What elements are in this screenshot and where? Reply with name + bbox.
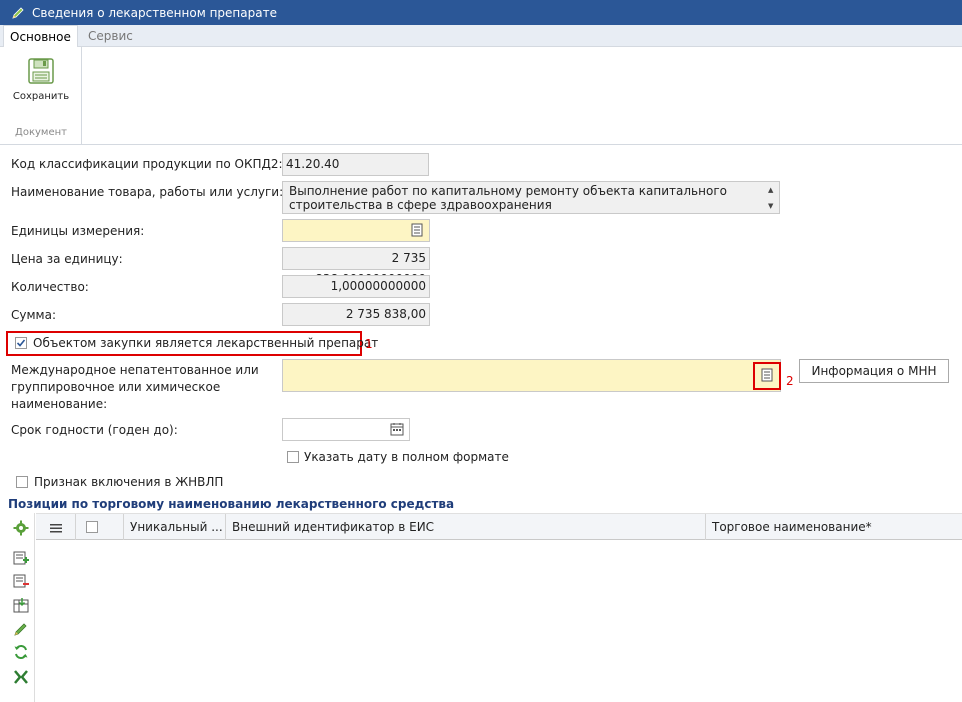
- mnn-label-line2: группировочное или химическое: [11, 380, 221, 394]
- product-name-field[interactable]: Выполнение работ по капитальному ремонту…: [282, 181, 780, 214]
- quantity-label: Количество:: [11, 280, 89, 294]
- price-label: Цена за единицу:: [11, 252, 123, 266]
- save-button[interactable]: Сохранить: [8, 57, 74, 109]
- save-button-label: Сохранить: [12, 91, 70, 102]
- tab-service[interactable]: Сервис: [82, 25, 139, 47]
- column-menu-icon[interactable]: [36, 514, 76, 540]
- grid-toolbar: [8, 513, 35, 702]
- scroll-up-icon[interactable]: ▲: [768, 186, 776, 194]
- tab-main[interactable]: Основное: [3, 25, 78, 48]
- scroll-down-icon[interactable]: ▼: [768, 202, 776, 210]
- add-row-icon[interactable]: [13, 550, 29, 566]
- price-field[interactable]: 2 735 838,00000000000: [282, 247, 430, 286]
- zhnvlp-label[interactable]: Признак включения в ЖНВЛП: [34, 475, 223, 489]
- checkmark-icon: [16, 339, 26, 347]
- lookup-icon[interactable]: [410, 223, 424, 237]
- menu-icon: [50, 523, 62, 532]
- ribbon-group-label: Документ: [15, 127, 67, 138]
- sum-field[interactable]: 2 735 838,00: [282, 303, 430, 326]
- product-name-label: Наименование товара, работы или услуги:: [11, 185, 284, 199]
- product-name-line1: Выполнение работ по капитальному ремонту…: [289, 184, 727, 198]
- import-icon[interactable]: [13, 597, 29, 613]
- calendar-icon[interactable]: [390, 422, 404, 436]
- okpd2-field[interactable]: 41.20.40: [282, 153, 429, 176]
- delete-row-icon[interactable]: [13, 573, 29, 589]
- mnn-info-button[interactable]: Информация о МНН: [799, 359, 949, 383]
- excel-icon[interactable]: [13, 669, 29, 685]
- marker-2: 2: [786, 374, 794, 388]
- units-field[interactable]: [282, 219, 430, 242]
- product-name-line2: строительства в сфере здравоохранения: [289, 198, 552, 212]
- window-title: Сведения о лекарственном препарате: [32, 5, 277, 20]
- grid-body: [36, 540, 962, 702]
- full-date-checkbox[interactable]: [287, 451, 299, 463]
- ribbon-group-document: Сохранить Документ: [0, 47, 82, 145]
- settings-icon[interactable]: [13, 520, 29, 536]
- mnn-field[interactable]: [282, 359, 781, 392]
- is-drug-checkbox[interactable]: [15, 337, 27, 349]
- select-all-cell: [76, 514, 124, 540]
- is-drug-label[interactable]: Объектом закупки является лекарственный …: [33, 336, 378, 350]
- grid-section-title: Позиции по торговому наименованию лекарс…: [8, 497, 455, 511]
- refresh-icon[interactable]: [13, 644, 29, 660]
- quantity-field[interactable]: 1,00000000000: [282, 275, 430, 298]
- window-titlebar: Сведения о лекарственном препарате: [0, 0, 962, 25]
- full-date-label[interactable]: Указать дату в полном формате: [304, 450, 509, 464]
- zhnvlp-checkbox[interactable]: [16, 476, 28, 488]
- mnn-label-line3: наименование:: [11, 397, 108, 411]
- ribbon-tabs: Основное Сервис: [0, 25, 962, 48]
- ribbon: Сохранить Документ: [0, 47, 962, 145]
- pencil-icon: [12, 6, 24, 19]
- column-trade-name[interactable]: Торговое наименование*: [706, 514, 962, 540]
- select-all-checkbox[interactable]: [86, 521, 98, 533]
- mnn-label-line1: Международное непатентованное или: [11, 363, 259, 377]
- mnn-label: Международное непатентованное или группи…: [11, 362, 259, 413]
- okpd2-label: Код классификации продукции по ОКПД2:: [11, 157, 283, 171]
- sum-label: Сумма:: [11, 308, 56, 322]
- units-label: Единицы измерения:: [11, 224, 145, 238]
- save-icon: [28, 58, 54, 84]
- edit-icon[interactable]: [13, 621, 29, 637]
- expiry-label: Срок годности (годен до):: [11, 423, 178, 437]
- column-eis-id[interactable]: Внешний идентификатор в ЕИС: [226, 514, 706, 540]
- column-unique[interactable]: Уникальный ...: [124, 514, 226, 540]
- marker-1: 1: [365, 337, 373, 351]
- mnn-lookup-icon[interactable]: [760, 368, 774, 382]
- grid-header: Уникальный ... Внешний идентификатор в Е…: [36, 513, 962, 540]
